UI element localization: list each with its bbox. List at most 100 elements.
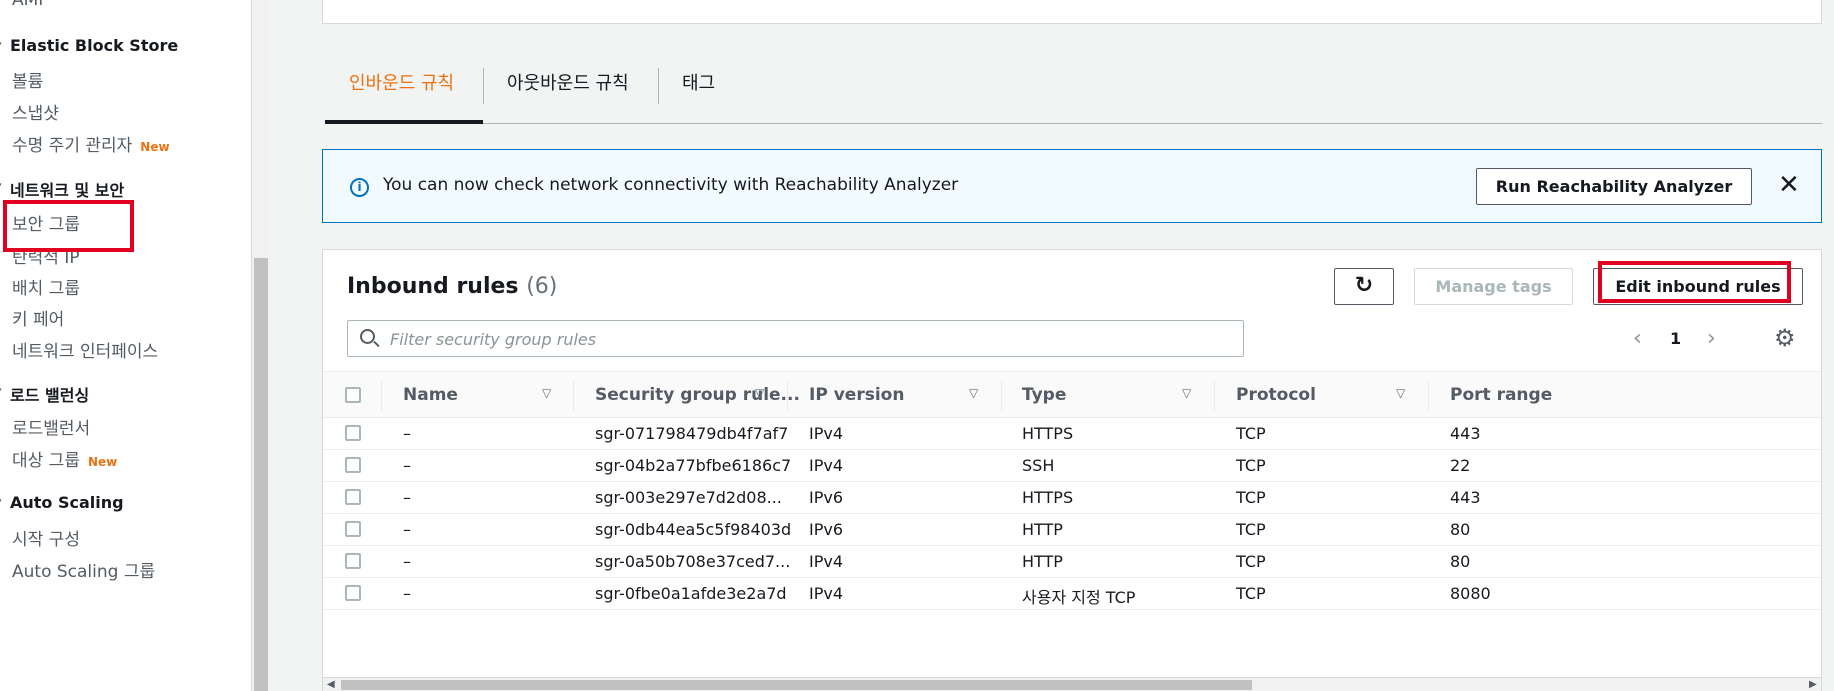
sort-icon[interactable]: ▽ [1182, 386, 1191, 400]
cell-protocol: TCP [1236, 552, 1266, 571]
search-input[interactable] [390, 327, 1230, 351]
info-banner: i You can now check network connectivity… [322, 149, 1822, 223]
scrollbar-thumb[interactable] [341, 680, 1252, 690]
edit-inbound-rules-button[interactable]: Edit inbound rules [1593, 268, 1803, 305]
column-header-name[interactable]: Name [403, 385, 458, 405]
chevron-left-icon[interactable]: ‹ [1633, 326, 1642, 351]
sidebar-item-label: 대상 그룹 [12, 451, 80, 471]
pagination: ‹ 1 › [1633, 326, 1733, 354]
table-row[interactable]: – sgr-0a50b708e37ced7... IPv4 HTTP TCP 80 [323, 546, 1821, 578]
tab-outbound-rules[interactable]: 아웃바운드 규칙 [483, 66, 653, 124]
cell-rule-id: sgr-0a50b708e37ced7... [595, 552, 791, 571]
cell-rule-id: sgr-0fbe0a1afde3e2a7d [595, 584, 787, 603]
gear-icon[interactable]: ⚙ [1774, 324, 1796, 352]
cell-type: HTTPS [1022, 488, 1074, 507]
row-checkbox[interactable] [345, 425, 361, 441]
horizontal-scrollbar[interactable]: ◀ ▶ [323, 677, 1821, 691]
sidebar-item-security-groups[interactable]: 보안 그룹 [12, 210, 80, 235]
sidebar-scrollbar[interactable] [252, 0, 270, 691]
sidebar-item-elastic-ip[interactable]: 탄력적 IP [12, 243, 80, 268]
column-header-ip-version[interactable]: IP version [809, 385, 904, 405]
sort-icon[interactable]: ▽ [1396, 386, 1405, 400]
table-row[interactable]: – sgr-071798479db4f7af7 IPv4 HTTPS TCP 443 [323, 418, 1821, 450]
sidebar-item-target-groups[interactable]: 대상 그룹 New [12, 446, 117, 471]
sort-icon[interactable]: ▽ [542, 386, 551, 400]
manage-tags-button[interactable]: Manage tags [1414, 268, 1573, 305]
column-header-protocol[interactable]: Protocol [1236, 385, 1316, 405]
cell-type: SSH [1022, 456, 1055, 475]
sidebar-item-placement-groups[interactable]: 배치 그룹 [12, 274, 80, 299]
sort-icon[interactable]: ▽ [755, 386, 764, 400]
cell-name: – [403, 488, 411, 507]
sidebar-item-key-pairs[interactable]: 키 페어 [12, 305, 64, 330]
sidebar-group-label: Auto Scaling [10, 493, 124, 512]
refresh-button[interactable]: ↻ [1334, 268, 1394, 305]
sidebar-item-label: 수명 주기 관리자 [12, 136, 133, 156]
sidebar-group-ebs[interactable]: ▾ Elastic Block Store [0, 36, 179, 55]
table-row[interactable]: – sgr-003e297e7d2d08... IPv6 HTTPS TCP 443 [323, 482, 1821, 514]
row-checkbox[interactable] [345, 585, 361, 601]
sidebar-group-network-security[interactable]: ▾ 네트워크 및 보안 [0, 177, 124, 201]
run-reachability-analyzer-button[interactable]: Run Reachability Analyzer [1476, 168, 1752, 205]
cell-protocol: TCP [1236, 488, 1266, 507]
cell-rule-id: sgr-0db44ea5c5f98403d [595, 520, 792, 539]
cell-ip-version: IPv4 [809, 424, 844, 443]
cell-type: HTTP [1022, 552, 1063, 571]
details-panel [322, 0, 1822, 24]
cell-port-range: 8080 [1450, 584, 1491, 603]
sidebar-item-auto-scaling-groups[interactable]: Auto Scaling 그룹 [12, 557, 155, 582]
sidebar-item-network-interfaces[interactable]: 네트워크 인터페이스 [12, 337, 158, 362]
cell-name: – [403, 552, 411, 571]
table-row[interactable]: – sgr-0db44ea5c5f98403d IPv6 HTTP TCP 80 [323, 514, 1821, 546]
sidebar-item-volumes[interactable]: 볼륨 [12, 67, 43, 92]
scrollbar-thumb[interactable] [254, 258, 268, 691]
new-badge: New [87, 455, 118, 469]
sidebar-item-ami[interactable]: AMI [12, 0, 43, 10]
filter-rules-search[interactable] [347, 320, 1244, 357]
scroll-left-icon[interactable]: ◀ [327, 678, 335, 691]
cell-protocol: TCP [1236, 520, 1266, 539]
sidebar-group-load-balancing[interactable]: ▾ 로드 밸런싱 [0, 382, 89, 406]
select-all-checkbox[interactable] [345, 387, 361, 403]
sidebar-item-launch-configurations[interactable]: 시작 구성 [12, 525, 80, 550]
cell-port-range: 80 [1450, 552, 1471, 571]
column-header-port-range[interactable]: Port range [1450, 385, 1552, 405]
column-header-rule-id[interactable]: Security group rule... [595, 385, 800, 405]
caret-down-icon: ▾ [0, 384, 2, 397]
cell-rule-id: sgr-003e297e7d2d08... [595, 488, 782, 507]
inbound-rules-panel: Inbound rules (6) ↻ Manage tags Edit inb… [322, 249, 1822, 691]
column-divider [381, 380, 382, 412]
column-divider [1214, 380, 1215, 412]
column-header-type[interactable]: Type [1022, 385, 1066, 405]
cell-ip-version: IPv4 [809, 552, 844, 571]
cell-name: – [403, 456, 411, 475]
sort-icon[interactable]: ▽ [969, 386, 978, 400]
info-icon: i [350, 178, 369, 197]
panel-title: Inbound rules (6) [347, 274, 557, 299]
row-checkbox[interactable] [345, 553, 361, 569]
sidebar-item-snapshots[interactable]: 스냅샷 [12, 99, 59, 124]
caret-down-icon: ▾ [0, 38, 2, 51]
tab-bar: 인바운드 규칙 아웃바운드 규칙 태그 [325, 66, 1822, 124]
scroll-right-icon[interactable]: ▶ [1809, 678, 1817, 691]
table-row[interactable]: – sgr-04b2a77bfbe6186c7 IPv4 SSH TCP 22 [323, 450, 1821, 482]
current-page[interactable]: 1 [1670, 329, 1681, 348]
sidebar-item-load-balancers[interactable]: 로드밸런서 [12, 414, 90, 439]
table-row[interactable]: – sgr-0fbe0a1afde3e2a7d IPv4 사용자 지정 TCP TCP 8… [323, 578, 1821, 610]
cell-port-range: 22 [1450, 456, 1471, 475]
close-icon[interactable]: ✕ [1778, 170, 1800, 200]
cell-protocol: TCP [1236, 424, 1266, 443]
row-checkbox[interactable] [345, 489, 361, 505]
row-checkbox[interactable] [345, 457, 361, 473]
table-header: Name ▽ Security group rule... ▽ IP versi… [323, 371, 1821, 418]
sidebar-group-label: Elastic Block Store [10, 36, 179, 55]
row-checkbox[interactable] [345, 521, 361, 537]
sidebar-group-auto-scaling[interactable]: ▾ Auto Scaling [0, 493, 124, 512]
sidebar-item-lifecycle-manager[interactable]: 수명 주기 관리자 New [12, 131, 170, 156]
tab-tags[interactable]: 태그 [658, 66, 739, 124]
cell-rule-id: sgr-071798479db4f7af7 [595, 424, 789, 443]
tab-inbound-rules[interactable]: 인바운드 규칙 [325, 66, 483, 124]
panel-title-text: Inbound rules [347, 274, 519, 299]
chevron-right-icon[interactable]: › [1707, 326, 1716, 351]
cell-name: – [403, 520, 411, 539]
